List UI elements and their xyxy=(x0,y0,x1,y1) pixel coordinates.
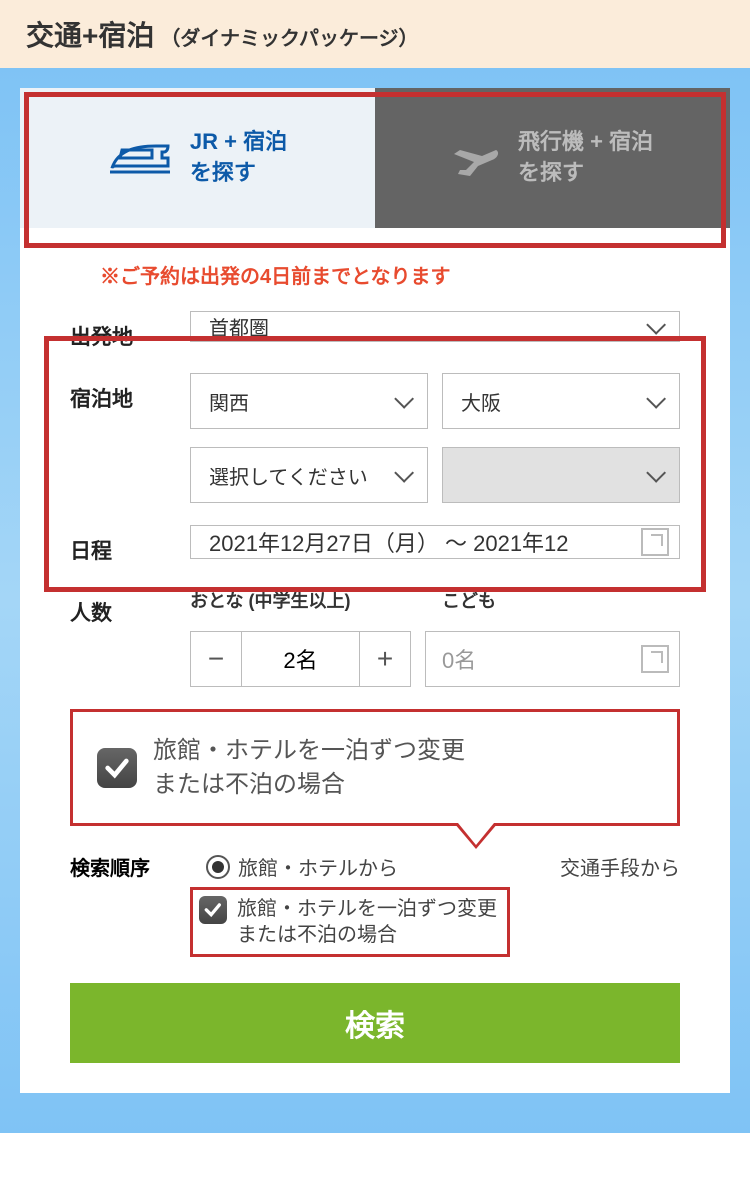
tab-plane[interactable]: 飛行機 + 宿泊 を探す xyxy=(375,88,730,228)
departure-label: 出発地 xyxy=(70,311,190,351)
header-bar: 交通+宿泊 （ダイナミックパッケージ） xyxy=(0,0,750,68)
tab-plane-line2: を探す xyxy=(518,160,584,185)
search-panel-wrap: JR + 宿泊 を探す 飛行機 + 宿泊 を探す ※ご予約は出発の4日前までとな… xyxy=(0,68,750,1133)
stay-label: 宿泊地 xyxy=(70,373,190,413)
chevron-down-icon xyxy=(394,389,414,409)
popout-icon xyxy=(641,645,669,673)
tab-jr-line1: JR + 宿泊 xyxy=(190,129,287,154)
date-range-input[interactable]: 2021年12月27日（月） ～ 2021年12 xyxy=(190,525,680,559)
departure-select[interactable]: 首都圏 xyxy=(190,311,680,342)
stay-sub-select[interactable] xyxy=(442,447,680,503)
plane-icon xyxy=(452,136,500,180)
order-opt1-label: 旅館・ホテルから xyxy=(238,852,398,881)
date-range-value: 2021年12月27日（月） ～ 2021年12 xyxy=(209,526,569,558)
train-icon xyxy=(108,138,172,178)
radio-icon xyxy=(206,855,230,879)
popout-icon xyxy=(641,528,669,556)
search-order-row: 検索順序 旅館・ホテルから 交通手段から xyxy=(70,852,680,881)
adult-increment-button[interactable]: + xyxy=(359,631,411,687)
callout-line2: または不泊の場合 xyxy=(153,771,345,798)
change-hotel-callout: 旅館・ホテルを一泊ずつ変更 または不泊の場合 xyxy=(70,709,680,826)
page-title: 交通+宿泊 xyxy=(26,14,154,54)
search-card: JR + 宿泊 を探す 飛行機 + 宿泊 を探す ※ご予約は出発の4日前までとな… xyxy=(20,88,730,1093)
adult-decrement-button[interactable]: − xyxy=(190,631,242,687)
check-icon xyxy=(199,896,227,924)
check-line2: または不泊の場合 xyxy=(237,924,397,946)
tab-plane-label: 飛行機 + 宿泊 を探す xyxy=(518,127,653,189)
check-icon xyxy=(97,748,137,788)
stay-pref-value: 大阪 xyxy=(461,387,501,416)
check-line1: 旅館・ホテルを一泊ずつ変更 xyxy=(237,898,497,920)
order-transport-radio[interactable]: 交通手段から xyxy=(560,852,680,881)
tab-jr[interactable]: JR + 宿泊 を探す xyxy=(20,88,375,228)
order-opt2-label: 交通手段から xyxy=(560,852,680,881)
callout-arrow xyxy=(454,823,498,849)
page-subtitle: （ダイナミックパッケージ） xyxy=(160,22,418,51)
chevron-down-icon xyxy=(646,389,666,409)
people-label: 人数 xyxy=(70,587,190,627)
tab-plane-line1: 飛行機 + 宿泊 xyxy=(518,129,653,154)
order-hotel-radio[interactable]: 旅館・ホテルから xyxy=(206,852,398,881)
callout-line1: 旅館・ホテルを一泊ずつ変更 xyxy=(153,737,465,764)
adult-count: 2名 xyxy=(242,631,359,687)
stay-region-value: 関西 xyxy=(209,387,249,416)
chevron-down-icon xyxy=(394,463,414,483)
tab-jr-line2: を探す xyxy=(190,160,256,185)
booking-notice: ※ご予約は出発の4日前までとなります xyxy=(20,228,730,311)
chevron-down-icon xyxy=(646,314,666,334)
stay-pref-select[interactable]: 大阪 xyxy=(442,373,680,429)
child-sublabel: こども xyxy=(442,587,680,613)
chevron-down-icon xyxy=(646,463,666,483)
search-button[interactable]: 検索 xyxy=(70,983,680,1063)
dates-label: 日程 xyxy=(70,525,190,565)
children-placeholder: 0名 xyxy=(442,643,476,675)
order-label: 検索順序 xyxy=(70,852,190,881)
stay-region-select[interactable]: 関西 xyxy=(190,373,428,429)
stay-area-select[interactable]: 選択してください xyxy=(190,447,428,503)
callout-text: 旅館・ホテルを一泊ずつ変更 または不泊の場合 xyxy=(153,734,465,801)
adult-sublabel: おとな (中学生以上) xyxy=(190,587,428,613)
departure-value: 首都圏 xyxy=(209,312,269,341)
form-body: 出発地 首都圏 宿泊地 関西 xyxy=(20,311,730,1093)
transport-tabs: JR + 宿泊 を探す 飛行機 + 宿泊 を探す xyxy=(20,88,730,228)
stay-area-value: 選択してください xyxy=(209,461,368,490)
change-hotel-text: 旅館・ホテルを一泊ずつ変更 または不泊の場合 xyxy=(237,896,497,948)
tab-jr-label: JR + 宿泊 を探す xyxy=(190,127,287,189)
change-hotel-checkbox-row[interactable]: 旅館・ホテルを一泊ずつ変更 または不泊の場合 xyxy=(190,887,510,957)
children-input[interactable]: 0名 xyxy=(425,631,680,687)
adult-stepper: − 2名 + xyxy=(190,631,411,687)
